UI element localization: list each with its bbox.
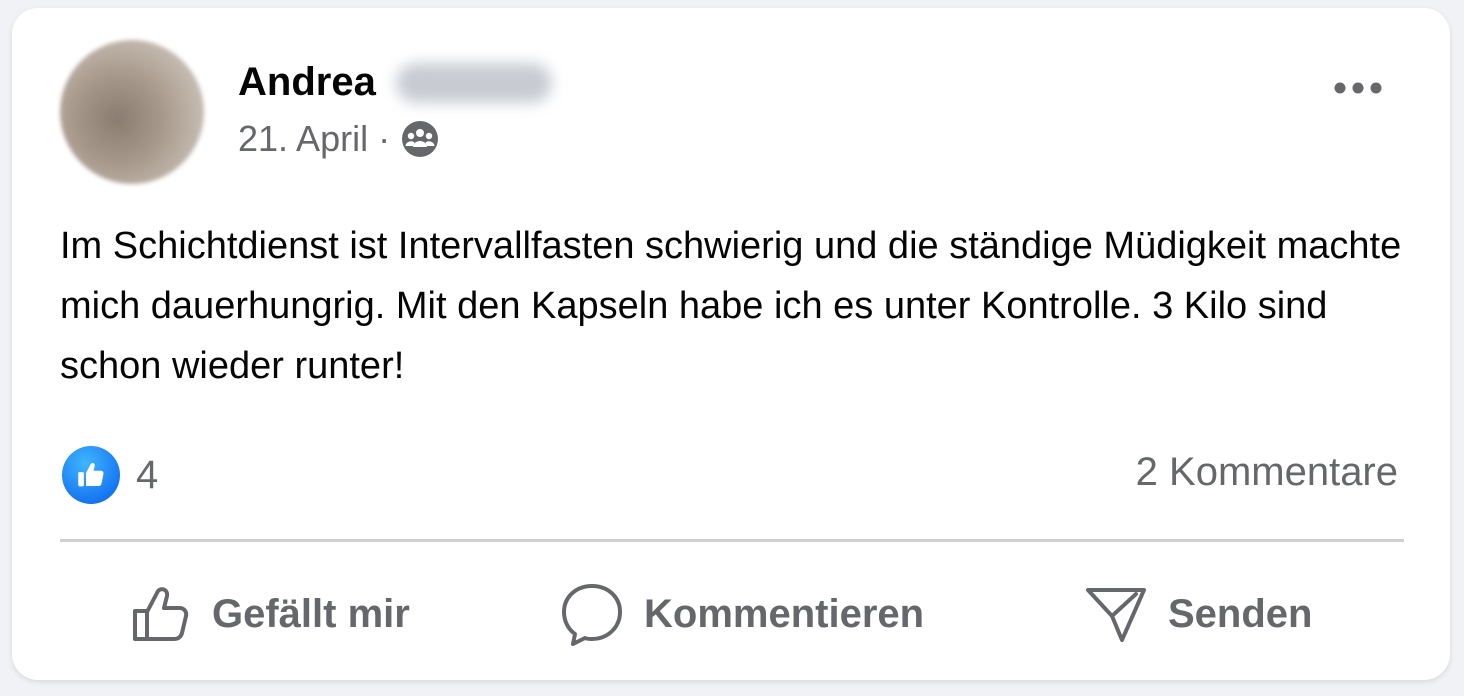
- reactions-summary[interactable]: 4: [62, 446, 158, 504]
- post-text: Im Schichtdienst ist Intervallfasten sch…: [60, 225, 1402, 387]
- divider: [60, 539, 1404, 542]
- comment-button[interactable]: Kommentieren: [560, 578, 924, 650]
- post-date[interactable]: 21. April: [238, 118, 368, 160]
- post-card: Andrea 21. April · Im Schichtdienst ist …: [12, 8, 1450, 680]
- post-meta: 21. April ·: [238, 118, 440, 160]
- author-name[interactable]: Andrea: [238, 60, 552, 105]
- thumbs-up-icon: [133, 587, 189, 641]
- friends-icon[interactable]: [400, 119, 440, 159]
- author-last-name-blurred: [395, 62, 552, 103]
- comments-count-link[interactable]: 2 Kommentare: [1136, 450, 1398, 495]
- avatar[interactable]: [60, 40, 204, 184]
- comment-button-label: Kommentieren: [644, 591, 925, 636]
- like-button-label: Gefällt mir: [212, 591, 410, 636]
- like-button[interactable]: Gefällt mir: [130, 578, 410, 650]
- like-reaction-icon: [62, 446, 120, 504]
- reaction-count: 4: [136, 452, 159, 497]
- send-button-label: Senden: [1168, 591, 1313, 636]
- meta-separator: ·: [378, 118, 391, 159]
- author-first-name[interactable]: Andrea: [238, 60, 376, 105]
- more-horizontal-icon: [1334, 82, 1382, 94]
- send-button[interactable]: Senden: [1084, 578, 1312, 650]
- comment-bubble-icon: [562, 584, 622, 646]
- send-icon: [1086, 588, 1146, 642]
- more-options-button[interactable]: [1328, 70, 1388, 106]
